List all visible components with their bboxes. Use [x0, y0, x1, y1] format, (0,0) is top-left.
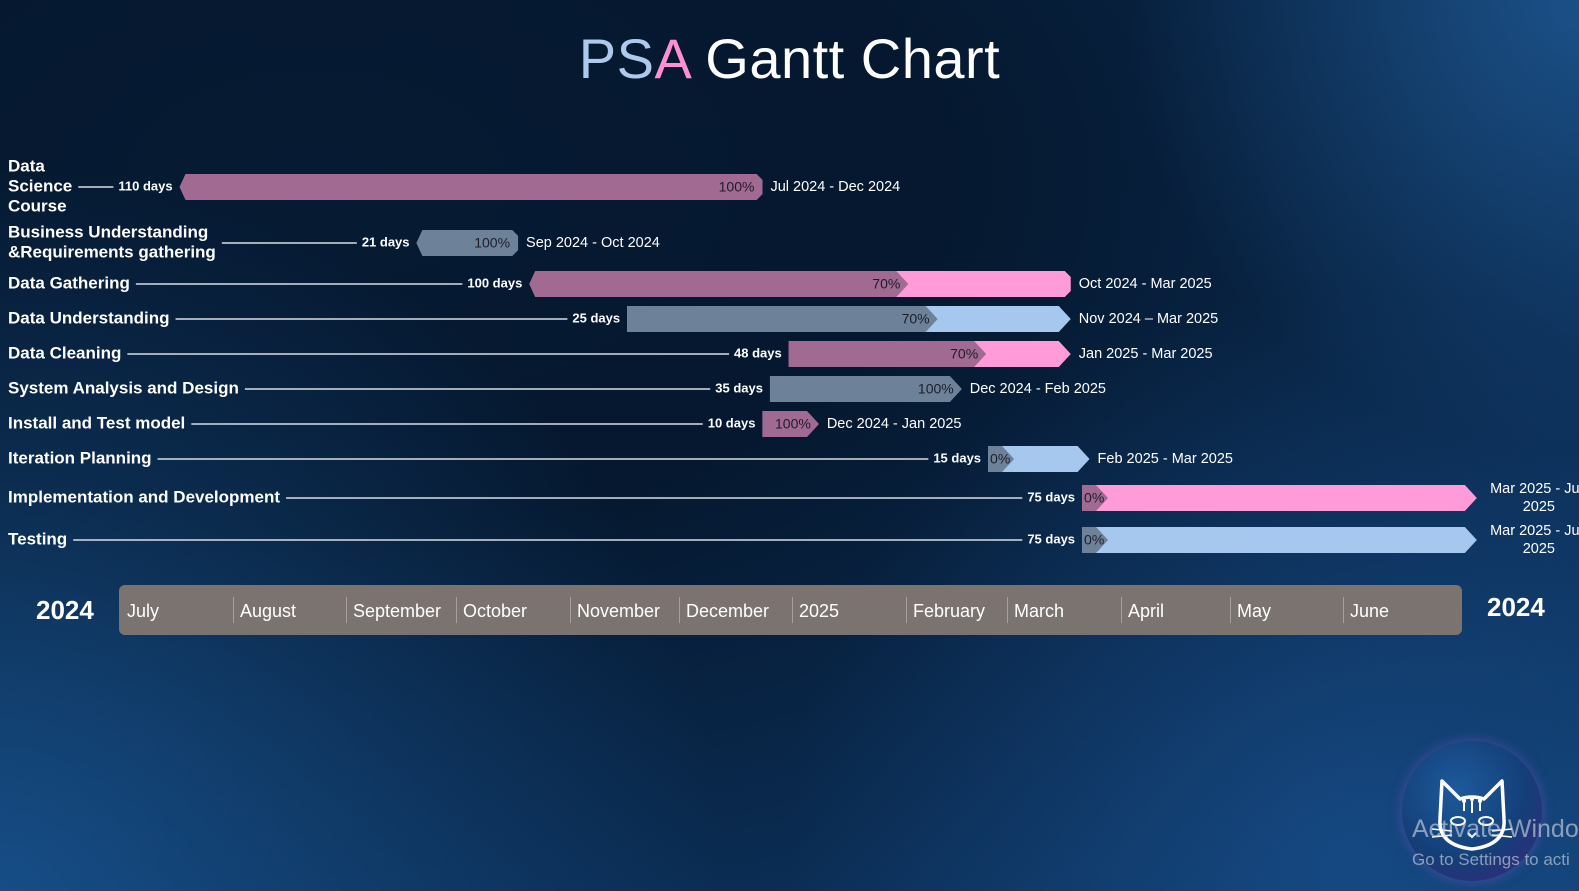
task-progress-label: 100% [918, 381, 954, 397]
task-date-range: Sep 2024 - Oct 2024 [526, 235, 660, 251]
timeline-month-label: June [1350, 601, 1390, 621]
task-progress-label: 70% [950, 346, 978, 362]
task-date-range: Jul 2024 - Dec 2024 [770, 179, 900, 195]
task-progress-label: 70% [902, 311, 930, 327]
timeline-year-left: 2024 [36, 595, 94, 625]
timeline-month-separator [679, 597, 680, 623]
task-label: Testing [8, 529, 67, 548]
task-duration-label: 21 days [362, 234, 410, 249]
timeline-bar: July August September October November Decemb… [119, 585, 1462, 635]
timeline-month-separator [792, 597, 793, 623]
task-label: System Analysis and Design [8, 378, 239, 397]
task-duration-label: 15 days [933, 450, 981, 465]
task-date-range: Feb 2025 - Mar 2025 [1098, 451, 1233, 467]
task-date-range: 2025 [1523, 541, 1555, 557]
timeline-month-separator [346, 597, 347, 623]
timeline-month-separator [1343, 597, 1344, 623]
timeline-month-label: July [127, 601, 160, 621]
timeline-month-separator [906, 597, 907, 623]
task-bar-completed [529, 271, 909, 297]
task-bar-completed [179, 174, 763, 200]
timeline-month-label: 2025 [799, 601, 840, 621]
task-label: Business Understanding [8, 222, 208, 241]
timeline-year-right: 2024 [1487, 592, 1545, 622]
task-duration-label: 10 days [708, 415, 756, 430]
task-date-range: Mar 2025 - Jun [1490, 481, 1579, 497]
gantt-chart: DataScienceCourse 110 days 100% Jul 2024 - … [8, 156, 1579, 557]
task-duration-label: 35 days [715, 380, 763, 395]
timeline-month-label: October [463, 601, 528, 621]
timeline-month-separator [1121, 597, 1122, 623]
task-date-range: Nov 2024 – Mar 2025 [1079, 311, 1218, 327]
timeline-month-separator [1230, 597, 1231, 623]
task-date-range: 2025 [1523, 499, 1555, 515]
task-date-range: Mar 2025 - Jun [1490, 523, 1579, 539]
task-label: &Requirements gathering [8, 242, 216, 261]
task-date-range: Dec 2024 - Feb 2025 [970, 381, 1106, 397]
task-duration-label: 25 days [572, 310, 620, 325]
timeline-month-label: September [353, 601, 442, 621]
task-date-range: Dec 2024 - Jan 2025 [827, 416, 962, 432]
task-bar-remaining [1082, 485, 1477, 511]
timeline-month-label: August [240, 601, 297, 621]
activation-watermark-title: Activate Windo [1412, 815, 1579, 843]
timeline-month-label: March [1014, 601, 1065, 621]
task-progress-label: 100% [474, 235, 510, 251]
timeline-month-label: May [1237, 601, 1272, 621]
task-label: Data Understanding [8, 308, 170, 327]
timeline-month-label: November [577, 601, 661, 621]
task-progress-label: 0% [1084, 532, 1104, 548]
task-label: Course [8, 196, 67, 215]
timeline-month-separator [570, 597, 571, 623]
task-label: Install and Test model [8, 413, 185, 432]
timeline-month-separator [456, 597, 457, 623]
task-label: Data [8, 156, 45, 175]
task-date-range: Oct 2024 - Mar 2025 [1079, 276, 1212, 292]
task-label: Data Cleaning [8, 343, 121, 362]
task-bar-completed [627, 306, 938, 332]
task-bar-remaining [1082, 527, 1477, 553]
timeline-month-label: February [913, 601, 986, 621]
timeline-month-label: December [686, 601, 770, 621]
task-date-range: Jan 2025 - Mar 2025 [1079, 346, 1213, 362]
task-duration-label: 110 days [118, 178, 172, 193]
task-progress-label: 0% [1084, 490, 1104, 506]
task-duration-label: 75 days [1027, 489, 1075, 504]
task-duration-label: 75 days [1027, 531, 1075, 546]
task-label: Science [8, 176, 72, 195]
task-duration-label: 48 days [734, 345, 782, 360]
task-progress-label: 100% [719, 179, 755, 195]
timeline-month-label: April [1128, 601, 1165, 621]
task-progress-label: 70% [872, 276, 900, 292]
task-label: Iteration Planning [8, 448, 152, 467]
task-progress-label: 100% [775, 416, 811, 432]
task-label: Implementation and Development [8, 487, 280, 506]
timeline-month-separator [233, 597, 234, 623]
task-label: Data Gathering [8, 273, 130, 292]
task-duration-label: 100 days [467, 275, 522, 290]
timeline-month-separator [1007, 597, 1008, 623]
activation-watermark-subtitle: Go to Settings to acti [1412, 850, 1570, 869]
task-progress-label: 0% [990, 451, 1010, 467]
